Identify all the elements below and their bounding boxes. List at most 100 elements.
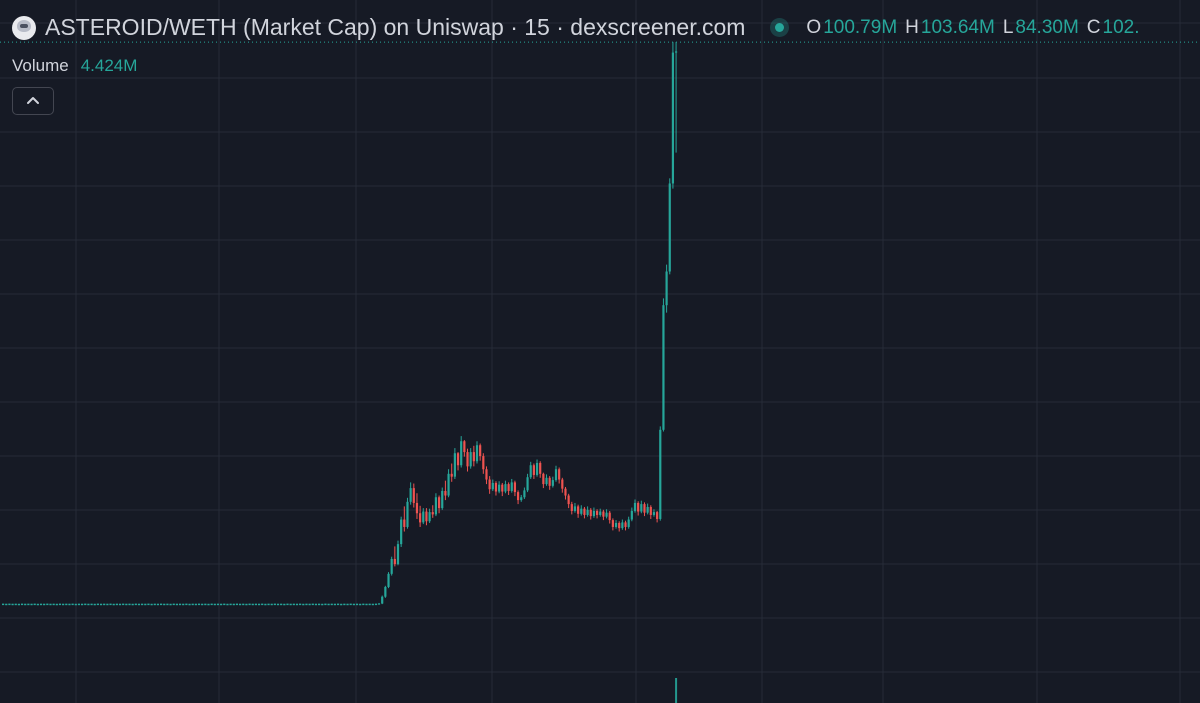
candle bbox=[406, 497, 409, 529]
candle-body bbox=[523, 490, 526, 498]
candle bbox=[393, 546, 396, 567]
open-value: 100.79M bbox=[823, 16, 898, 38]
candle-body bbox=[659, 429, 662, 519]
candle bbox=[103, 603, 106, 606]
candle bbox=[422, 508, 425, 525]
candle-body bbox=[656, 512, 659, 519]
candle bbox=[346, 603, 349, 606]
candle-body bbox=[327, 603, 330, 606]
candle bbox=[276, 603, 280, 606]
candle-body bbox=[362, 603, 365, 606]
candle-body bbox=[409, 488, 412, 502]
candle bbox=[36, 603, 39, 606]
candle-body bbox=[627, 519, 630, 527]
candle-body bbox=[299, 603, 302, 606]
candle bbox=[87, 603, 90, 606]
candle bbox=[295, 603, 299, 606]
candle-body bbox=[494, 482, 498, 492]
candle-body bbox=[434, 497, 438, 515]
candle-body bbox=[30, 603, 33, 606]
collapse-legend-button[interactable] bbox=[12, 87, 54, 115]
candle bbox=[611, 518, 614, 531]
candle bbox=[305, 603, 308, 606]
candle-body bbox=[460, 441, 463, 466]
candle-body bbox=[431, 512, 434, 515]
candle bbox=[109, 603, 112, 606]
candle-body bbox=[520, 497, 523, 501]
candle bbox=[93, 603, 96, 606]
open-label: O bbox=[806, 16, 822, 38]
candle-body bbox=[400, 519, 403, 545]
candle-body bbox=[390, 558, 393, 574]
candle bbox=[447, 469, 450, 498]
candle-body bbox=[178, 603, 182, 606]
candle bbox=[321, 603, 324, 606]
candle bbox=[437, 495, 441, 514]
candle-body bbox=[453, 453, 456, 477]
candle bbox=[419, 505, 422, 527]
candle-body bbox=[191, 603, 194, 606]
candle bbox=[188, 603, 191, 606]
candle-body bbox=[359, 603, 362, 606]
candle bbox=[494, 481, 498, 496]
candle bbox=[68, 603, 71, 606]
candle bbox=[501, 482, 504, 497]
candle bbox=[469, 448, 472, 469]
candle bbox=[381, 595, 384, 605]
candle bbox=[640, 500, 643, 514]
close-value: 102. bbox=[1102, 16, 1140, 38]
candle-body bbox=[535, 462, 539, 475]
chart-title: ASTEROID/WETH (Market Cap) on Uniswap · … bbox=[45, 14, 746, 40]
candle bbox=[172, 603, 175, 606]
candle-body bbox=[14, 603, 17, 606]
candle-body bbox=[131, 603, 134, 606]
candle-body bbox=[239, 603, 242, 606]
low-value: 84.30M bbox=[1015, 16, 1079, 38]
candle bbox=[204, 603, 207, 606]
candle bbox=[280, 603, 283, 606]
candle-body bbox=[2, 603, 5, 606]
candle bbox=[649, 505, 652, 519]
candle bbox=[516, 490, 520, 505]
candle bbox=[5, 603, 8, 606]
candle-body bbox=[153, 603, 156, 606]
candle bbox=[232, 603, 235, 606]
candle-body bbox=[415, 502, 419, 514]
candle bbox=[504, 480, 507, 494]
candle bbox=[156, 603, 160, 606]
candlestick-chart[interactable] bbox=[0, 0, 1200, 703]
candle bbox=[415, 493, 419, 519]
candle-body bbox=[27, 603, 30, 606]
candle-body bbox=[314, 603, 318, 606]
candle bbox=[191, 603, 194, 606]
candle-body bbox=[649, 506, 652, 515]
candle bbox=[223, 603, 226, 606]
candle bbox=[194, 603, 197, 606]
candle-body bbox=[340, 603, 343, 606]
candle bbox=[147, 603, 150, 606]
candle bbox=[137, 603, 141, 606]
chart-area[interactable] bbox=[0, 0, 1200, 703]
candle-body bbox=[84, 603, 87, 606]
candle-body bbox=[586, 509, 589, 515]
candle bbox=[659, 426, 662, 521]
candle bbox=[580, 505, 583, 516]
candle-body bbox=[513, 482, 517, 493]
candle bbox=[289, 603, 292, 606]
candle bbox=[11, 603, 14, 606]
candle bbox=[81, 603, 84, 606]
candle bbox=[283, 603, 286, 606]
candle-body bbox=[507, 484, 510, 491]
ohlc-legend: O 100.79M H 103.64M L 84.30M C 102. bbox=[806, 17, 1147, 39]
candle bbox=[43, 603, 46, 606]
candle bbox=[185, 603, 188, 606]
candle-body bbox=[577, 506, 580, 514]
candle bbox=[627, 516, 630, 529]
candle-body bbox=[422, 511, 425, 523]
candle-body bbox=[343, 603, 346, 606]
candle bbox=[573, 502, 577, 513]
candle bbox=[33, 603, 36, 606]
candle bbox=[336, 603, 340, 606]
candle-body bbox=[242, 603, 245, 606]
candle-body bbox=[374, 603, 378, 606]
